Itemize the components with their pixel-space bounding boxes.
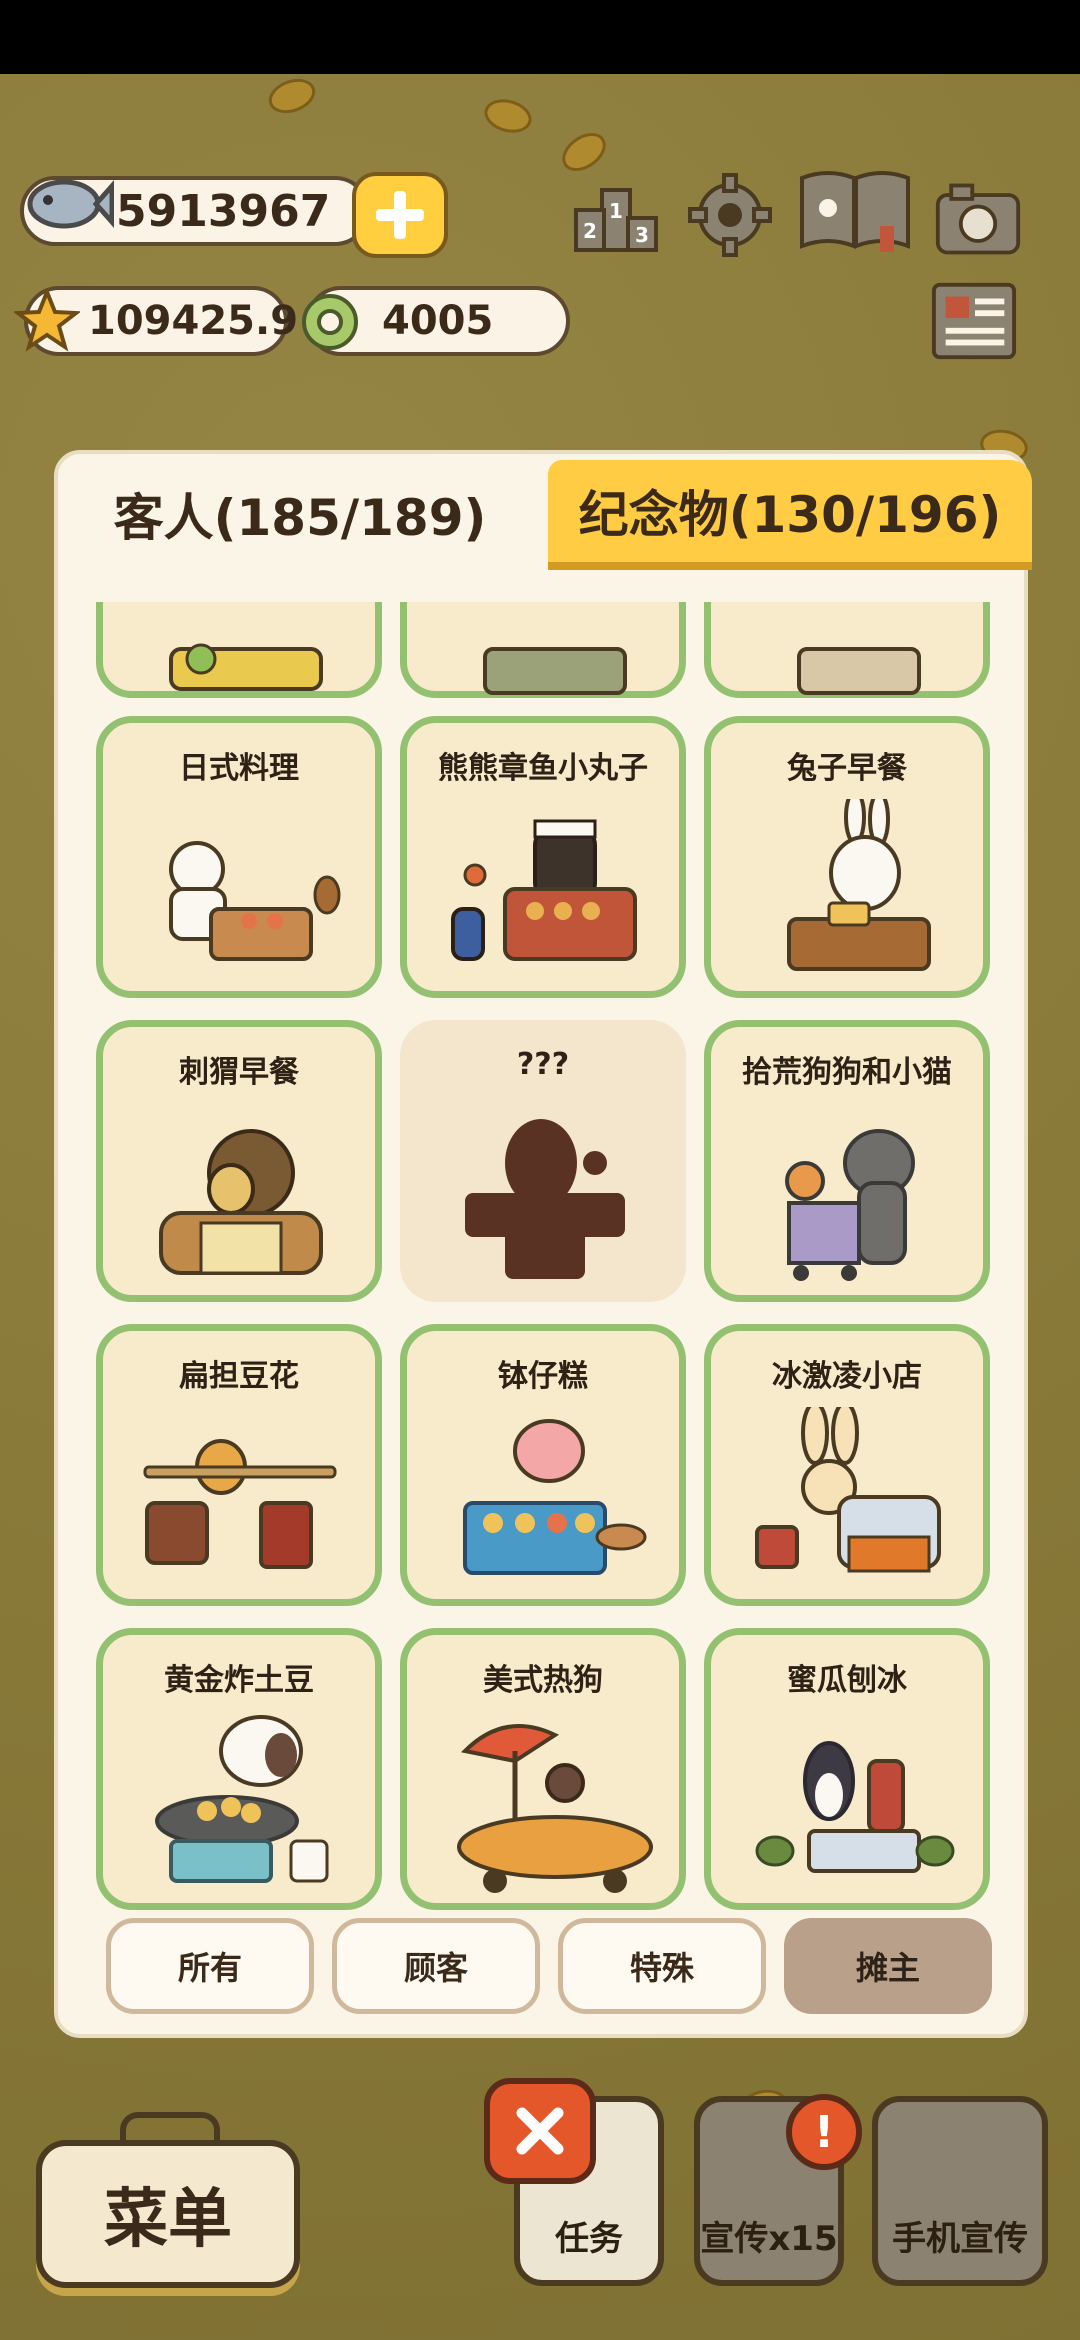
fish-count: 5913967 bbox=[116, 185, 331, 237]
ranking-icon[interactable]: 2 1 3 bbox=[572, 176, 660, 258]
card-grid[interactable]: 日式料理 熊熊章鱼小丸子 兔子早餐 刺猬早餐 ??? 拾荒狗狗和小猫 扁担豆花 … bbox=[96, 602, 992, 1912]
tasks-label: 任务 bbox=[555, 2219, 623, 2259]
customer-card-douhua[interactable]: 扁担豆花 bbox=[96, 1324, 382, 1606]
customer-card[interactable] bbox=[704, 602, 990, 698]
stall-illustration-icon bbox=[483, 647, 627, 695]
filter-vendors-button[interactable]: 摊主 bbox=[784, 1918, 992, 2014]
card-title: 日式料理 bbox=[179, 751, 299, 786]
collection-book-icon[interactable] bbox=[796, 170, 914, 252]
encyclopedia-panel: 客人(185/189) 纪念物(130/196) 日式料理 熊熊章鱼小丸子 兔子… bbox=[54, 450, 1032, 2038]
star-count: 109425.9 bbox=[88, 298, 299, 344]
bowl-cake-stall-icon bbox=[463, 1419, 647, 1575]
phone-promote-label: 手机宣传 bbox=[892, 2219, 1028, 2259]
svg-text:2: 2 bbox=[583, 219, 597, 243]
card-title: 熊熊章鱼小丸子 bbox=[438, 751, 648, 786]
card-title: ??? bbox=[516, 1047, 570, 1082]
douhua-stall-icon bbox=[143, 1439, 337, 1569]
hedgehog-stall-icon bbox=[159, 1129, 323, 1275]
customer-card[interactable] bbox=[96, 602, 382, 698]
filter-all-button[interactable]: 所有 bbox=[106, 1918, 314, 2014]
sushi-stall-icon bbox=[169, 841, 341, 961]
shaved-ice-stall-icon bbox=[755, 1741, 955, 1873]
add-fish-button[interactable] bbox=[352, 172, 448, 258]
customer-card-locked[interactable]: ??? bbox=[400, 1020, 686, 1302]
filter-customers-button[interactable]: 顾客 bbox=[332, 1918, 540, 2014]
fish-icon bbox=[27, 179, 114, 229]
customer-card-bear-takoyaki[interactable]: 熊熊章鱼小丸子 bbox=[400, 716, 686, 998]
tab-souvenirs[interactable]: 纪念物(130/196) bbox=[548, 460, 1032, 570]
customer-card-bowl-cake[interactable]: 钵仔糕 bbox=[400, 1324, 686, 1606]
takoyaki-stall-icon bbox=[451, 819, 637, 961]
customer-card-scavenger-dog-cat[interactable]: 拾荒狗狗和小猫 bbox=[704, 1020, 990, 1302]
close-icon bbox=[516, 2107, 564, 2155]
settings-gear-icon[interactable] bbox=[686, 173, 774, 257]
card-title: 冰激凌小店 bbox=[772, 1359, 922, 1394]
customer-card-japanese-cuisine[interactable]: 日式料理 bbox=[96, 716, 382, 998]
card-title: 黄金炸土豆 bbox=[164, 1663, 314, 1698]
promote-label: 宣传x15 bbox=[700, 2219, 838, 2259]
customer-card-ice-cream[interactable]: 冰激凌小店 bbox=[704, 1324, 990, 1606]
card-title: 美式热狗 bbox=[483, 1663, 603, 1698]
plus-icon bbox=[376, 191, 424, 239]
menu-button[interactable]: 菜单 bbox=[36, 2140, 300, 2288]
stall-illustration-icon bbox=[797, 647, 921, 695]
locked-silhouette-icon bbox=[465, 1119, 625, 1279]
customer-card-melon-shaved-ice[interactable]: 蜜瓜刨冰 bbox=[704, 1628, 990, 1910]
rabbit-stall-icon bbox=[787, 799, 931, 971]
ring-icon bbox=[302, 294, 358, 350]
customer-card-rabbit-breakfast[interactable]: 兔子早餐 bbox=[704, 716, 990, 998]
card-title: 兔子早餐 bbox=[787, 751, 907, 786]
svg-text:1: 1 bbox=[609, 199, 623, 223]
ring-count: 4005 bbox=[382, 298, 494, 344]
newspaper-icon[interactable] bbox=[930, 280, 1018, 362]
customer-card[interactable] bbox=[400, 602, 686, 698]
status-bar bbox=[0, 0, 1080, 74]
card-title: 蜜瓜刨冰 bbox=[787, 1663, 907, 1698]
svg-text:3: 3 bbox=[635, 223, 649, 247]
alert-badge: ! bbox=[786, 2094, 862, 2170]
card-title: 钵仔糕 bbox=[498, 1359, 588, 1394]
ice-cream-stall-icon bbox=[755, 1407, 941, 1573]
star-icon bbox=[14, 288, 80, 352]
hotdog-cart-icon bbox=[457, 1724, 653, 1893]
phone-promote-button[interactable]: 手机宣传 bbox=[872, 2096, 1048, 2286]
customer-card-american-hotdog[interactable]: 美式热狗 bbox=[400, 1628, 686, 1910]
tab-guests[interactable]: 客人(185/189) bbox=[58, 454, 542, 574]
card-title: 刺猬早餐 bbox=[179, 1055, 299, 1090]
fries-stall-icon bbox=[155, 1715, 329, 1883]
customer-card-golden-fries[interactable]: 黄金炸土豆 bbox=[96, 1628, 382, 1910]
close-button[interactable] bbox=[484, 2078, 596, 2184]
camera-icon[interactable] bbox=[934, 178, 1022, 260]
scavenger-stall-icon bbox=[785, 1129, 915, 1281]
card-title: 拾荒狗狗和小猫 bbox=[742, 1055, 952, 1090]
filter-special-button[interactable]: 特殊 bbox=[558, 1918, 766, 2014]
card-title: 扁担豆花 bbox=[179, 1359, 299, 1394]
customer-card-hedgehog-breakfast[interactable]: 刺猬早餐 bbox=[96, 1020, 382, 1302]
stall-illustration-icon bbox=[169, 643, 323, 691]
